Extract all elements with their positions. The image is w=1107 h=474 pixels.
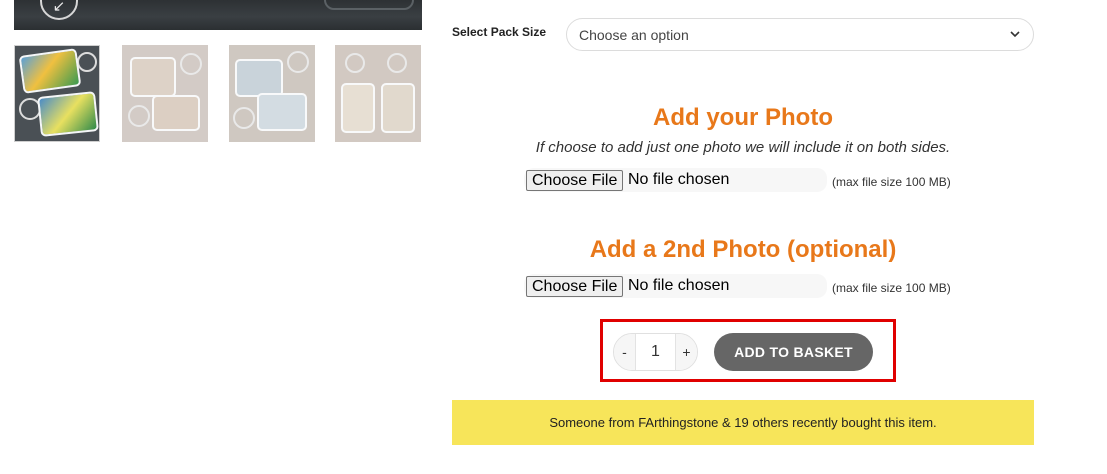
quantity-input[interactable]: 1	[636, 334, 675, 370]
pack-size-select[interactable]: Choose an option	[566, 18, 1034, 51]
photo1-file-input[interactable]: Choose File No file chosen	[524, 168, 827, 192]
expand-arrow-icon[interactable]: ↙	[40, 0, 78, 20]
thumbnail-1[interactable]	[14, 45, 100, 142]
chevron-down-icon	[1010, 31, 1020, 38]
photo2-file-input[interactable]: Choose File No file chosen	[524, 274, 827, 298]
keyring-edge-decor	[324, 0, 414, 10]
pack-size-label: Select Pack Size	[452, 25, 547, 39]
photo1-max-size: (max file size 100 MB)	[832, 175, 951, 189]
photo2-file-status: No file chosen	[628, 277, 730, 294]
photo2-max-size: (max file size 100 MB)	[832, 281, 951, 295]
add-photo-hint: If choose to add just one photo we will …	[535, 139, 951, 156]
photo1-file-status: No file chosen	[628, 171, 730, 188]
quantity-stepper: - 1 +	[613, 333, 698, 371]
quantity-decrease-button[interactable]: -	[614, 334, 636, 370]
product-page: ↙ Select Pack Size Choose an option Add …	[0, 0, 1107, 474]
add-second-photo-heading: Add a 2nd Photo (optional)	[589, 236, 897, 263]
add-to-basket-button[interactable]: ADD TO BASKET	[714, 333, 873, 371]
main-product-image[interactable]: ↙	[14, 0, 422, 30]
pack-size-selected-value: Choose an option	[579, 26, 689, 43]
add-photo-heading: Add your Photo	[653, 104, 833, 131]
thumbnail-2[interactable]	[122, 45, 208, 142]
thumbnail-3[interactable]	[229, 45, 315, 142]
thumbnail-4[interactable]	[335, 45, 421, 142]
photo1-choose-file-button[interactable]: Choose File	[526, 170, 624, 191]
photo2-choose-file-button[interactable]: Choose File	[526, 276, 624, 297]
recent-purchase-notice: Someone from FArthingstone & 19 others r…	[452, 400, 1034, 445]
